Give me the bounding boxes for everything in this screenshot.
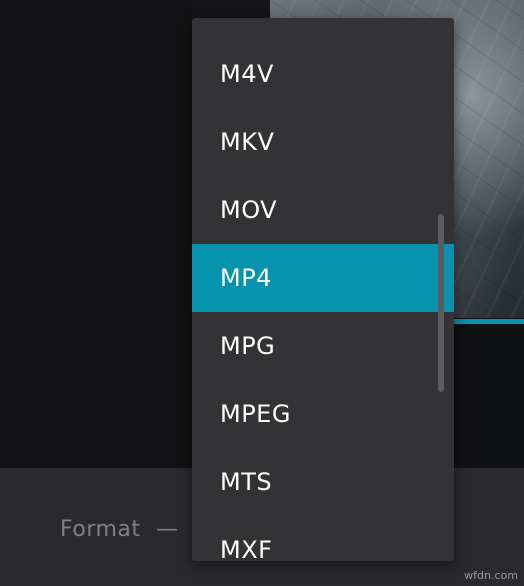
format-option-mkv[interactable]: MKV (192, 108, 454, 176)
format-options-list: M2V M4V MKV MOV MP4 MPG MPEG MTS MXF (192, 18, 454, 561)
format-option-m4v[interactable]: M4V (192, 40, 454, 108)
format-option-m2v[interactable]: M2V (192, 18, 454, 40)
dropdown-scrollbar[interactable] (438, 214, 444, 392)
watermark: wfdn.com (464, 569, 518, 582)
format-option-mts[interactable]: MTS (192, 448, 454, 516)
converter-screen: Format — M2V M4V MKV MOV MP4 MPG MPEG MT… (0, 0, 524, 586)
timeline-progress-bar[interactable] (454, 319, 524, 324)
format-option-mpeg[interactable]: MPEG (192, 380, 454, 448)
format-dash: — (156, 517, 178, 542)
format-label: Format (60, 517, 141, 542)
left-panel (0, 0, 192, 468)
format-option-mov[interactable]: MOV (192, 176, 454, 244)
timeline-progress-fill (454, 319, 524, 324)
format-dropdown-menu[interactable]: M2V M4V MKV MOV MP4 MPG MPEG MTS MXF (192, 18, 454, 561)
format-option-mp4[interactable]: MP4 (192, 244, 454, 312)
format-option-mxf[interactable]: MXF (192, 516, 454, 561)
format-option-mpg[interactable]: MPG (192, 312, 454, 380)
